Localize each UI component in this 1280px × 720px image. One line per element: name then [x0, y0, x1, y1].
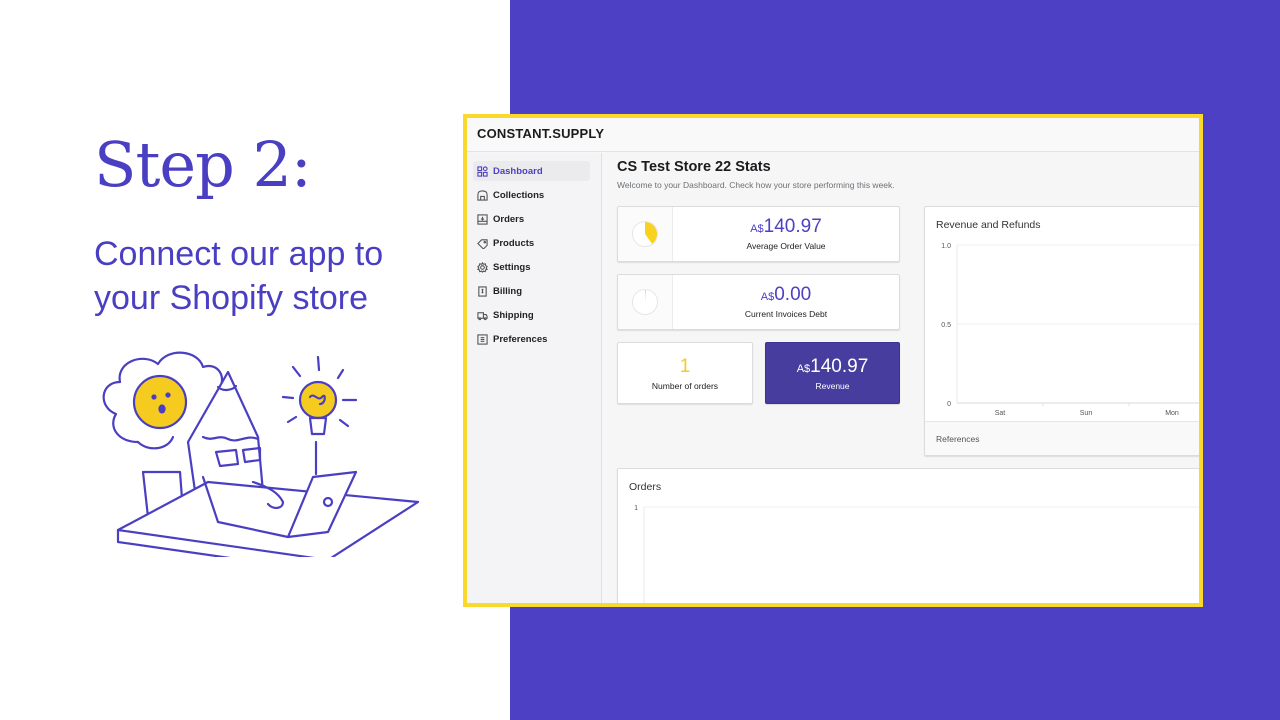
sidebar-item-label: Preferences: [493, 333, 548, 345]
step-title: Step 2:: [94, 128, 312, 201]
page-subtitle: Welcome to your Dashboard. Check how you…: [617, 180, 895, 190]
thinking-face-icon: [132, 374, 188, 430]
desk: [116, 480, 420, 557]
orders-count-value: 1: [679, 356, 691, 377]
aov-pie-cell: [618, 207, 673, 261]
revenue-card: A$140.97 Revenue: [765, 342, 900, 404]
sidebar-item-orders[interactable]: Orders: [473, 209, 590, 229]
orders-count-card: 1 Number of orders: [617, 342, 753, 404]
y-tick-label: 0: [947, 401, 951, 408]
x-tick-label: Sun: [1080, 410, 1093, 417]
sidebar-item-label: Billing: [493, 285, 523, 297]
aov-pie-chart: [632, 221, 658, 247]
gear-icon: [476, 261, 488, 273]
billing-icon: [476, 285, 488, 297]
top-bar: CONSTANT.SUPPLY: [467, 118, 1199, 152]
sidebar-item-label: Products: [493, 237, 535, 249]
sidebar: Dashboard Collections Orders Products Se…: [467, 153, 602, 603]
sidebar-item-shipping[interactable]: Shipping: [473, 305, 590, 325]
aov-card: A$140.97 Average Order Value: [617, 206, 900, 262]
revenue-chart-title: Revenue and Refunds: [936, 219, 1041, 231]
debt-value: A$0.00: [760, 284, 812, 305]
aov-value: A$140.97: [750, 216, 822, 237]
sidebar-item-label: Orders: [493, 213, 525, 225]
sidebar-item-preferences[interactable]: Preferences: [473, 329, 590, 349]
y-tick-label: 1.0: [941, 243, 951, 250]
pencil-character-illustration: [102, 351, 420, 557]
sidebar-item-billing[interactable]: Billing: [473, 281, 590, 301]
app-screenshot-frame: CONSTANT.SUPPLY Dashboard Collections Or…: [463, 114, 1203, 607]
step-subtitle: Connect our app to your Shopify store: [94, 235, 384, 317]
orders-chart-title: Orders: [629, 481, 662, 493]
references-footer[interactable]: References: [925, 421, 1199, 455]
sidebar-item-dashboard[interactable]: Dashboard: [473, 161, 590, 181]
page-title: CS Test Store 22 Stats: [617, 159, 771, 175]
currency-label: A$: [750, 223, 764, 235]
revenue-value: A$140.97: [796, 356, 869, 377]
dashboard-icon: [476, 165, 488, 177]
orders-chart-card: Orders 1: [617, 468, 1199, 603]
debt-pie-chart: [632, 289, 658, 315]
y-tick-label: 1: [634, 505, 638, 512]
logo[interactable]: CONSTANT.SUPPLY: [477, 126, 604, 141]
y-tick-label: 0.5: [941, 322, 951, 329]
collections-icon: [476, 189, 488, 201]
tag-icon: [476, 237, 488, 249]
truck-icon: [476, 309, 488, 321]
sidebar-item-label: Settings: [493, 261, 531, 273]
lightbulb-icon: [298, 380, 338, 420]
sidebar-item-settings[interactable]: Settings: [473, 257, 590, 277]
sidebar-item-products[interactable]: Products: [473, 233, 590, 253]
debt-pie-cell: [618, 275, 673, 329]
preferences-icon: [476, 333, 488, 345]
sidebar-item-label: Shipping: [493, 309, 534, 321]
orders-count-label: Number of orders: [651, 381, 719, 391]
x-tick-label: Mon: [1165, 410, 1179, 417]
x-tick-label: Sat: [995, 410, 1006, 417]
aov-label: Average Order Value: [746, 241, 826, 251]
dashboard-main: CS Test Store 22 Stats Welcome to your D…: [603, 153, 1199, 603]
thought-cloud-tail: [136, 435, 175, 450]
currency-label: A$: [796, 363, 811, 375]
sidebar-item-label: Dashboard: [493, 165, 543, 177]
revenue-refunds-chart: 0 0.5 1.0 Sat Sun Mon: [941, 243, 1199, 417]
sidebar-item-label: Collections: [493, 189, 545, 201]
debt-card: A$0.00 Current Invoices Debt: [617, 274, 900, 330]
currency-label: A$: [760, 291, 775, 303]
debt-label: Current Invoices Debt: [744, 309, 828, 319]
orders-icon: [476, 213, 488, 225]
sidebar-item-collections[interactable]: Collections: [473, 185, 590, 205]
revenue-refunds-card: Revenue and Refunds 0 0.5 1.0 Sat Sun Mon Ref…: [924, 206, 1199, 456]
orders-chart: 1: [634, 505, 1199, 603]
revenue-label: Revenue: [815, 381, 850, 391]
